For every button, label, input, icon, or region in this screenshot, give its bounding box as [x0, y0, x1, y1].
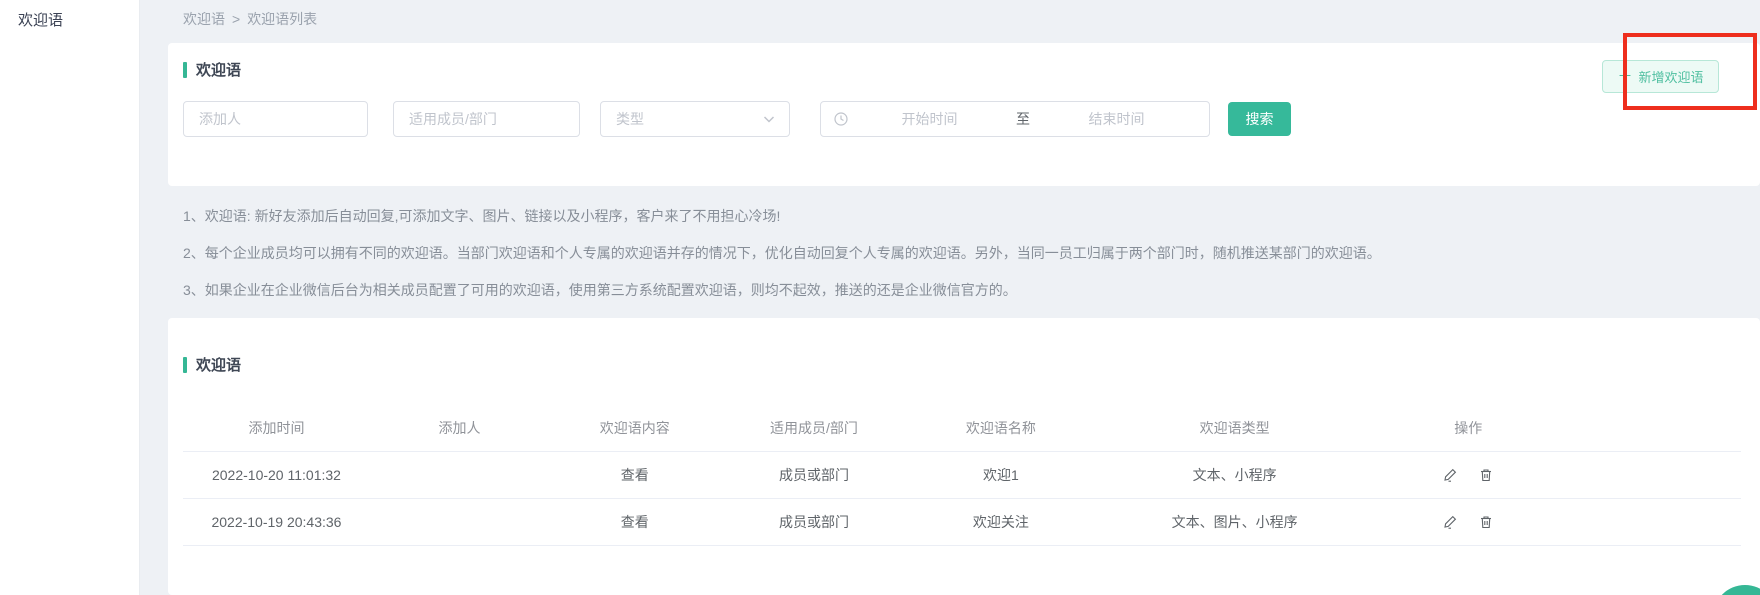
col-header-type: 欢迎语类型: [1094, 418, 1374, 438]
type-select[interactable]: 类型: [600, 101, 790, 137]
cell-name: 欢迎关注: [907, 512, 1094, 532]
col-header-actions: 操作: [1375, 418, 1562, 438]
section-title-text: 欢迎语: [196, 354, 241, 375]
plus-icon: ＋: [1617, 69, 1632, 84]
search-button[interactable]: 搜索: [1228, 102, 1291, 136]
cell-type: 文本、小程序: [1094, 465, 1374, 485]
cell-members: 成员或部门: [720, 465, 907, 485]
table-header-row: 添加时间 添加人 欢迎语内容 适用成员/部门 欢迎语名称 欢迎语类型 操作: [183, 405, 1741, 452]
add-welcome-button-label: 新增欢迎语: [1639, 67, 1704, 86]
member-department-input[interactable]: [393, 101, 580, 137]
trash-icon[interactable]: [1478, 514, 1494, 530]
filter-bar: 类型 开始时间 至 结束时间 搜索: [183, 101, 1745, 137]
end-time-placeholder[interactable]: 结束时间: [1036, 109, 1197, 129]
section-title-text: 欢迎语: [196, 59, 241, 80]
tip-line-2: 2、每个企业成员均可以拥有不同的欢迎语。当部门欢迎语和个人专属的欢迎语并存的情况…: [183, 243, 1730, 263]
date-range-separator: 至: [1010, 109, 1036, 129]
type-select-placeholder: 类型: [616, 109, 761, 129]
welcome-table: 添加时间 添加人 欢迎语内容 适用成员/部门 欢迎语名称 欢迎语类型 操作 20…: [183, 405, 1741, 546]
filter-section-title: 欢迎语: [183, 59, 241, 80]
breadcrumb-current: 欢迎语列表: [247, 9, 317, 29]
date-range-picker[interactable]: 开始时间 至 结束时间: [820, 101, 1210, 137]
col-header-content: 欢迎语内容: [549, 418, 720, 438]
breadcrumb-root[interactable]: 欢迎语: [183, 9, 225, 29]
breadcrumb: 欢迎语 > 欢迎语列表: [183, 9, 317, 29]
breadcrumb-separator: >: [232, 11, 240, 27]
col-header-adder: 添加人: [370, 418, 549, 438]
add-welcome-button[interactable]: ＋ 新增欢迎语: [1602, 60, 1719, 93]
col-header-name: 欢迎语名称: [907, 418, 1094, 438]
sidebar: 欢迎语: [0, 0, 140, 595]
cell-added-time: 2022-10-19 20:43:36: [183, 514, 370, 530]
main-content: 欢迎语 > 欢迎语列表 欢迎语 ＋ 新增欢迎语 类型: [141, 0, 1760, 595]
cell-members: 成员或部门: [720, 512, 907, 532]
clock-icon: [833, 111, 849, 127]
cell-type: 文本、图片、小程序: [1094, 512, 1374, 532]
edit-pencil-icon[interactable]: [1442, 467, 1458, 483]
edit-pencil-icon[interactable]: [1442, 514, 1458, 530]
filter-card: 欢迎语 ＋ 新增欢迎语 类型 开始时间 至 结束时间: [168, 43, 1760, 186]
tip-line-1: 1、欢迎语: 新好友添加后自动回复,可添加文字、图片、链接以及小程序，客户来了不…: [183, 206, 1730, 226]
col-header-members: 适用成员/部门: [720, 418, 907, 438]
trash-icon[interactable]: [1478, 467, 1494, 483]
cell-actions: [1375, 467, 1562, 483]
table-row: 2022-10-20 11:01:32 查看 成员或部门 欢迎1 文本、小程序: [183, 452, 1741, 499]
start-time-placeholder[interactable]: 开始时间: [849, 109, 1010, 129]
view-content-link[interactable]: 查看: [549, 465, 720, 485]
section-accent-bar: [183, 62, 187, 78]
col-header-added-time: 添加时间: [183, 418, 370, 438]
sidebar-item-label: 欢迎语: [18, 12, 63, 29]
view-content-link[interactable]: 查看: [549, 512, 720, 532]
chevron-down-icon: [761, 111, 777, 127]
cell-added-time: 2022-10-20 11:01:32: [183, 467, 370, 483]
table-row: 2022-10-19 20:43:36 查看 成员或部门 欢迎关注 文本、图片、…: [183, 499, 1741, 546]
sidebar-item-welcome-message[interactable]: 欢迎语: [0, 0, 139, 30]
tip-line-3: 3、如果企业在企业微信后台为相关成员配置了可用的欢迎语，使用第三方系统配置欢迎语…: [183, 280, 1730, 300]
table-section-title: 欢迎语: [183, 354, 241, 375]
cell-actions: [1375, 514, 1562, 530]
cell-name: 欢迎1: [907, 465, 1094, 485]
table-card: 欢迎语 添加时间 添加人 欢迎语内容 适用成员/部门 欢迎语名称 欢迎语类型 操…: [168, 318, 1760, 595]
section-accent-bar: [183, 357, 187, 373]
adder-input[interactable]: [183, 101, 368, 137]
